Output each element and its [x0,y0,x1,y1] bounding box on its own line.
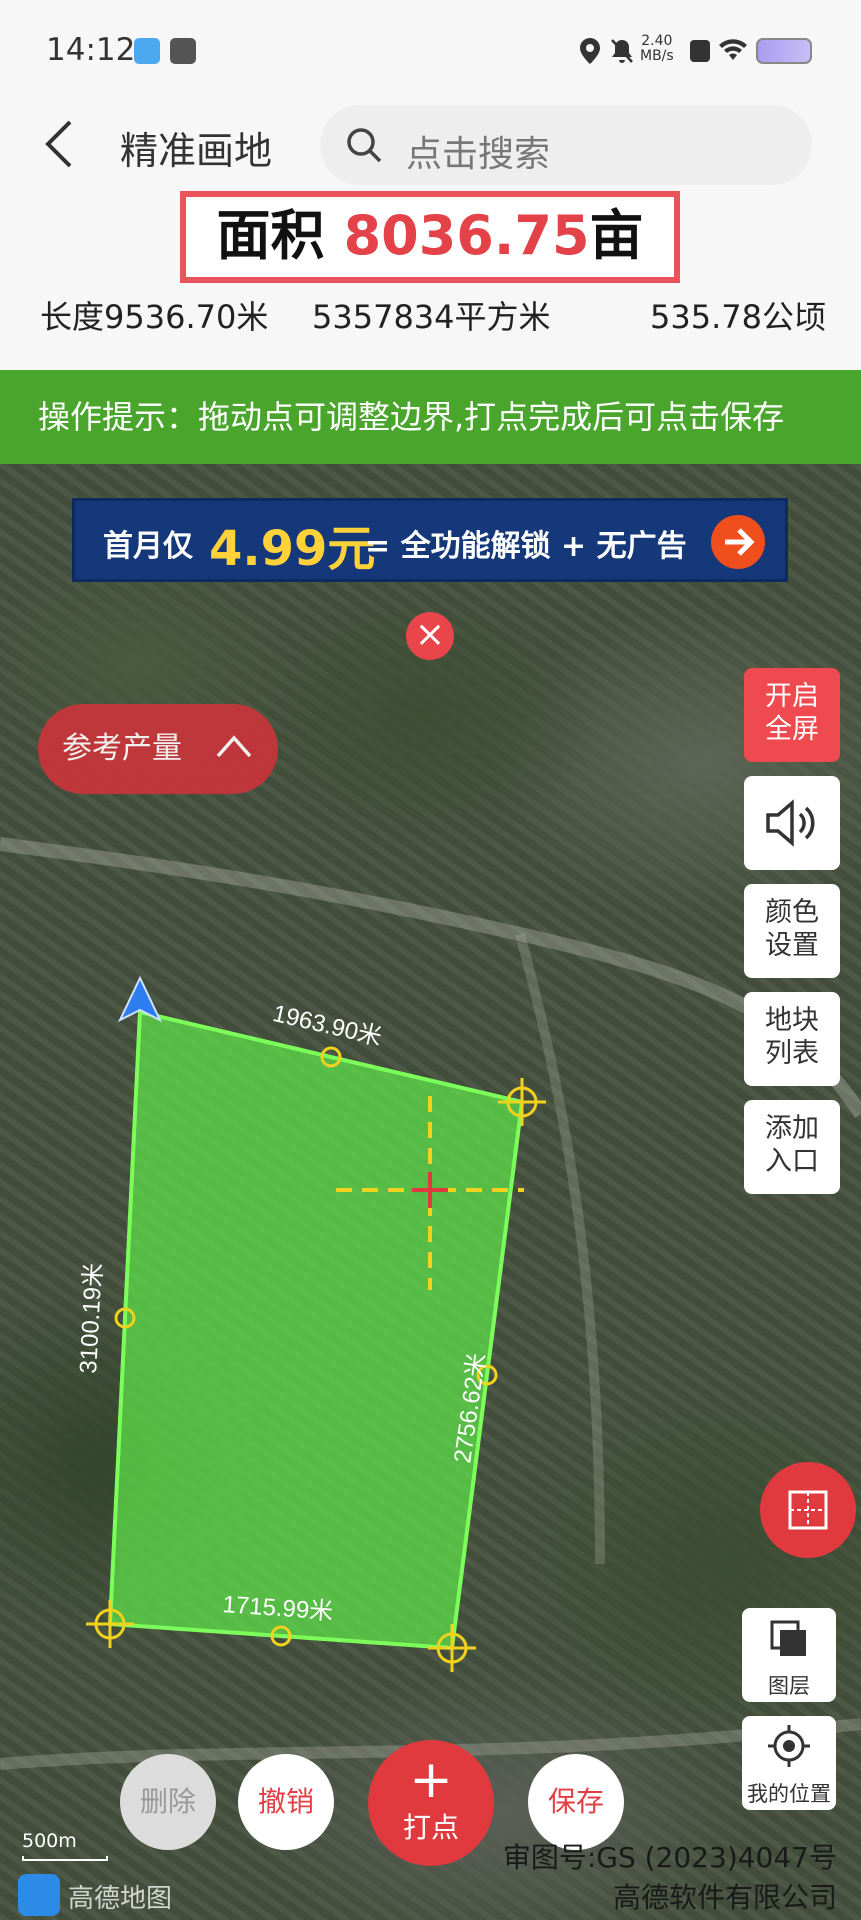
network-speed: 2.40 MB/s [640,34,674,64]
layers-label: 图层 [768,1674,810,1698]
scale-bar [22,1856,108,1861]
color-settings-label-1: 颜色 [765,897,819,928]
add-point-label: 打点 [402,1811,459,1844]
undo-button[interactable]: 撤销 [238,1754,334,1850]
area-readout: 面积 8036.75亩 [180,191,680,283]
page-title: 精准画地 [120,129,273,173]
weather-icon [134,38,160,64]
color-settings-label-2: 设置 [765,930,819,961]
map-company: 高德软件有限公司 [612,1881,837,1914]
land-plot-polygon[interactable] [107,1009,525,1651]
length-metric: 长度9536.70米 [40,298,269,336]
satellite-map[interactable]: 1963.90米 3100.19米 2756.62米 1715.99米 首月仅 … [0,464,861,1920]
fullscreen-button[interactable]: 开启 全屏 [744,668,840,762]
promo-prefix: 首月仅 [103,529,193,564]
my-location-button[interactable]: 我的位置 [742,1716,836,1810]
plot-list-label-1: 地块 [765,1005,819,1036]
mute-icon [610,38,634,64]
area-value: 8036.75 [343,204,590,267]
edge-label-top: 1963.90米 [270,1000,384,1051]
split-plot-button[interactable] [760,1462,856,1558]
promo-suffix: = 全功能解锁 + 无广告 [365,529,687,564]
header: 精准画地 点击搜索 [0,100,861,190]
operation-tip: 操作提示：拖动点可调整边界,打点完成后可点击保存 [0,370,861,464]
scale-label: 500m [22,1830,77,1852]
network-speed-unit: MB/s [640,48,674,64]
add-point-button[interactable]: + 打点 [368,1740,494,1866]
reference-yield-button[interactable]: 参考产量 [38,704,278,794]
plus-icon: + [409,1750,453,1810]
plot-list-label-2: 列表 [765,1038,819,1069]
voice-button[interactable] [744,776,840,870]
arrow-right-icon [711,515,765,569]
wallet-icon [170,38,196,64]
fullscreen-label-2: 全屏 [765,714,819,745]
reference-yield-label: 参考产量 [62,731,182,766]
close-banner-button[interactable]: × [406,612,454,660]
area-unit: 亩 [589,204,644,267]
delete-button[interactable]: 删除 [120,1754,216,1850]
search-input[interactable]: 点击搜索 [320,105,812,185]
amap-logo-icon [18,1874,60,1916]
layers-button[interactable]: 图层 [742,1608,836,1702]
edge-label-left: 3100.19米 [75,1262,108,1374]
location-icon [580,38,600,64]
square-meter-metric: 5357834平方米 [312,298,551,336]
plot-list-button[interactable]: 地块 列表 [744,992,840,1086]
color-settings-button[interactable]: 颜色 设置 [744,884,840,978]
add-entry-label-1: 添加 [765,1113,819,1144]
chevron-up-icon [216,735,252,758]
status-time: 14:12 [46,32,136,68]
wifi-icon [718,36,748,66]
search-placeholder: 点击搜索 [406,134,551,175]
grid-split-icon [788,1490,828,1530]
area-label: 面积 [216,204,325,267]
network-speed-value: 2.40 [641,33,673,49]
fullscreen-label-1: 开启 [765,681,819,712]
battery-icon [756,38,812,64]
add-entry-button[interactable]: 添加 入口 [744,1100,840,1194]
status-bar: 14:12 2.40 MB/s [0,0,861,100]
hectare-metric: 535.78公顷 [650,298,826,336]
map-provider: 高德地图 [68,1884,173,1914]
back-arrow-icon[interactable] [38,118,82,170]
promo-banner[interactable]: 首月仅 4.99元 = 全功能解锁 + 无广告 [72,498,788,582]
layers-icon [770,1620,806,1656]
search-icon [347,128,382,163]
promo-price: 4.99元 [209,521,376,577]
locate-icon [768,1725,810,1767]
speaker-icon [766,799,815,847]
map-review-number: 审图号:GS (2023)4047号 [502,1841,837,1874]
add-entry-label-2: 入口 [765,1146,819,1177]
map-overlay: 1963.90米 3100.19米 2756.62米 1715.99米 [0,837,861,1770]
my-location-label: 我的位置 [747,1782,831,1806]
sim-off-icon [690,40,710,62]
